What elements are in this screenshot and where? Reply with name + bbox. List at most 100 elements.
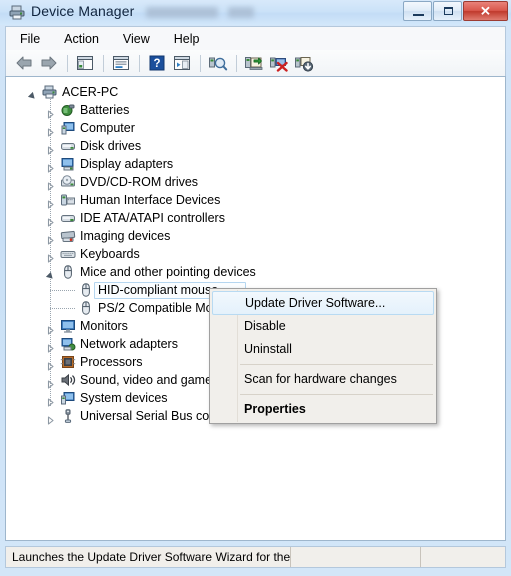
status-bar: Launches the Update Driver Software Wiza… (5, 546, 506, 568)
context-menu-item-disable[interactable]: Disable (210, 315, 436, 338)
show-hide-action-pane-button[interactable] (170, 52, 194, 74)
redacted-title-suffix-2 (228, 7, 254, 18)
tree-node[interactable]: Disk drives (6, 137, 505, 155)
tree-twisty-collapsed-icon[interactable] (46, 142, 55, 155)
tree-twisty-collapsed-icon[interactable] (46, 394, 55, 407)
context-menu[interactable]: Update Driver Software... Disable Uninst… (209, 288, 437, 424)
toolbar-separator-4 (200, 54, 201, 72)
tree-node-label: Batteries (80, 103, 130, 117)
tree-twisty-collapsed-icon[interactable] (46, 340, 55, 353)
context-menu-item-properties[interactable]: Properties (210, 398, 436, 421)
help-button[interactable]: ? (145, 52, 169, 74)
batteries-icon (60, 102, 76, 118)
tree-twisty-collapsed-icon[interactable] (46, 322, 55, 335)
minimize-button[interactable] (403, 1, 432, 21)
tree-twisty-collapsed-icon[interactable] (46, 376, 55, 389)
tree-twisty-collapsed-icon[interactable] (46, 250, 55, 263)
disk-drive-icon (60, 138, 76, 154)
update-driver-software-button[interactable] (242, 52, 266, 74)
tree-node[interactable]: Mice and other pointing devices (6, 263, 505, 281)
tree-node-label: Monitors (80, 319, 128, 333)
maximize-button[interactable] (433, 1, 462, 21)
keyboard-icon (60, 246, 76, 262)
tree-twisty-collapsed-icon[interactable] (46, 124, 55, 137)
svg-text:?: ? (153, 58, 160, 70)
toolbar-separator-1 (67, 54, 68, 72)
menu-view[interactable]: View (113, 29, 160, 49)
uninstall-device-icon (270, 57, 288, 72)
tree-node[interactable]: Display adapters (6, 155, 505, 173)
close-button[interactable]: ✕ (463, 1, 508, 21)
tree-twisty-collapsed-icon[interactable] (46, 196, 55, 209)
dvd-drive-icon (60, 174, 76, 190)
redacted-title-suffix (146, 7, 218, 18)
computer-root-icon (42, 84, 58, 100)
tree-twisty-collapsed-icon[interactable] (46, 106, 55, 119)
device-manager-window: Device Manager ✕ File Action View Help ?… (0, 0, 511, 576)
status-message: Launches the Update Driver Software Wiza… (6, 547, 291, 567)
sound-device-icon (60, 372, 76, 388)
tree-node-label: Keyboards (80, 247, 140, 261)
context-menu-item-uninstall[interactable]: Uninstall (210, 338, 436, 361)
title-bar: Device Manager ✕ (0, 0, 511, 25)
tree-node-label: Network adapters (80, 337, 178, 351)
tree-twisty-expanded-icon[interactable] (27, 88, 37, 99)
tree-node-label: ACER-PC (62, 85, 119, 99)
tree-node[interactable]: Batteries (6, 101, 505, 119)
tree-node[interactable]: Keyboards (6, 245, 505, 263)
ide-controller-icon (60, 210, 76, 226)
tree-node-label: Disk drives (80, 139, 142, 153)
tree-node-label: Mice and other pointing devices (80, 265, 256, 279)
display-adapter-icon (60, 156, 76, 172)
tree-node[interactable]: Imaging devices (6, 227, 505, 245)
help-icon: ? (149, 55, 165, 71)
tree-twisty-collapsed-icon[interactable] (46, 178, 55, 191)
context-menu-item-scan-for-hardware-changes[interactable]: Scan for hardware changes (210, 368, 436, 391)
system-device-icon (60, 390, 76, 406)
forward-icon (41, 56, 57, 70)
network-adapter-icon (60, 336, 76, 352)
device-manager-icon (9, 4, 26, 21)
show-hide-console-tree-button[interactable] (73, 52, 97, 74)
menu-action[interactable]: Action (54, 29, 109, 49)
window-controls: ✕ (402, 1, 508, 21)
context-menu-separator-1 (240, 364, 433, 365)
tree-node[interactable]: Computer (6, 119, 505, 137)
monitor-icon (60, 318, 76, 334)
context-menu-separator-2 (240, 394, 433, 395)
forward-button[interactable] (37, 52, 61, 74)
mouse-icon (60, 264, 76, 280)
tree-twisty-collapsed-icon[interactable] (46, 412, 55, 425)
tree-node-label: Display adapters (80, 157, 174, 171)
menu-help[interactable]: Help (164, 29, 210, 49)
menu-bar: File Action View Help (5, 26, 506, 50)
mouse-icon (78, 282, 94, 298)
toolbar-separator-3 (139, 54, 140, 72)
scan-for-hardware-changes-button[interactable] (206, 52, 230, 74)
disable-device-icon (295, 56, 314, 72)
computer-icon (60, 120, 76, 136)
toolbar: ? (5, 50, 506, 76)
tree-node-label: IDE ATA/ATAPI controllers (80, 211, 225, 225)
tree-node[interactable]: ACER-PC (6, 83, 505, 101)
tree-node[interactable]: DVD/CD-ROM drives (6, 173, 505, 191)
tree-twisty-collapsed-icon[interactable] (46, 160, 55, 173)
disable-device-button[interactable] (292, 52, 316, 74)
properties-icon (113, 56, 129, 70)
tree-node[interactable]: Human Interface Devices (6, 191, 505, 209)
tree-node-label: Human Interface Devices (80, 193, 221, 207)
context-menu-item-update-driver-software[interactable]: Update Driver Software... (212, 291, 434, 315)
menu-file[interactable]: File (10, 29, 50, 49)
scan-for-hardware-changes-icon (209, 57, 228, 70)
toolbar-separator-5 (236, 54, 237, 72)
imaging-device-icon (60, 228, 76, 244)
uninstall-device-button[interactable] (267, 52, 291, 74)
tree-twisty-collapsed-icon[interactable] (46, 232, 55, 245)
tree-twisty-collapsed-icon[interactable] (46, 358, 55, 371)
properties-button[interactable] (109, 52, 133, 74)
status-pane-2 (291, 547, 421, 567)
tree-twisty-expanded-icon[interactable] (45, 268, 55, 279)
tree-node[interactable]: IDE ATA/ATAPI controllers (6, 209, 505, 227)
tree-twisty-collapsed-icon[interactable] (46, 214, 55, 227)
back-button[interactable] (12, 52, 36, 74)
